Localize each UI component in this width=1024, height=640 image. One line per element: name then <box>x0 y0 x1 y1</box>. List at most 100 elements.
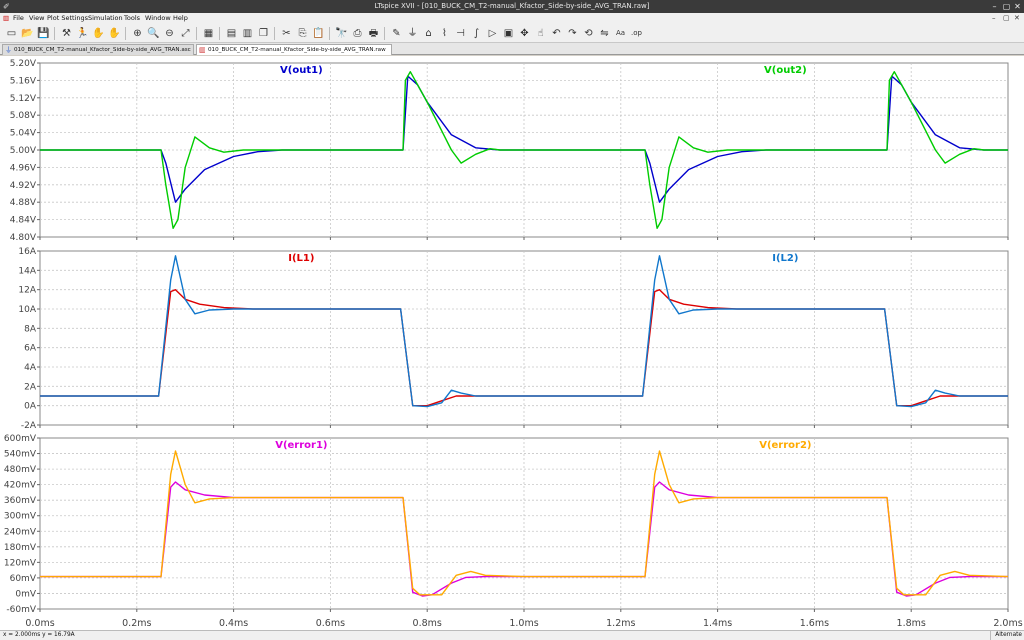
resistor-icon[interactable]: ⌇ <box>437 26 452 41</box>
toolbar: ▭ 📂 💾 ⚒ 🏃 ✋ ✋ ⊕ 🔍 ⊖ ⤢ ▦ ▤ ▥ ❐ ✂ ⎘ 📋 🔭 ⎙ 🖶 ✎ ⏚ ⌂ ⌇ ⊣ ∫ ▷ ▣ ✥ ☝ ↶ ↷ ⟲ ⇋ Aa .op <box>0 24 1024 43</box>
label-net-icon[interactable]: ⌂ <box>421 26 436 41</box>
zoom-fit-icon[interactable]: ⤢ <box>178 26 193 41</box>
tab-schematic[interactable]: ⏚ 010_BUCK_CM_T2-manual_Kfactor_Side-by-… <box>2 44 194 55</box>
mdi-doc-icon: ▥ <box>3 14 10 22</box>
trace-label[interactable]: I(L2) <box>772 253 798 264</box>
y-tick-label: 5.20V <box>10 59 37 69</box>
x-tick-label: 2.0ms <box>993 618 1022 629</box>
save-icon[interactable]: 💾 <box>36 26 51 41</box>
trace-label[interactable]: V(error2) <box>759 440 811 451</box>
drag-icon[interactable]: ☝ <box>533 26 548 41</box>
halt-icon[interactable]: ✋ <box>91 26 106 41</box>
ground-icon[interactable]: ⏚ <box>405 26 420 41</box>
y-tick-label: 240mV <box>4 527 37 537</box>
toolbar-separator <box>125 27 127 40</box>
cascade-icon[interactable]: ❐ <box>256 26 271 41</box>
waveform-icon: ▥ <box>199 46 206 54</box>
print-icon[interactable]: ⎙ <box>350 26 365 41</box>
y-tick-label: 4.96V <box>10 163 37 173</box>
y-tick-label: 4A <box>24 363 37 373</box>
y-tick-label: 5.00V <box>10 146 37 156</box>
toolbar-separator <box>219 27 221 40</box>
x-tick-label: 1.8ms <box>897 618 926 629</box>
rotate-icon[interactable]: ⟲ <box>581 26 596 41</box>
redo-icon[interactable]: ↷ <box>565 26 580 41</box>
minimize-button[interactable]: – <box>989 1 1000 12</box>
x-tick-label: 1.6ms <box>800 618 829 629</box>
component-icon[interactable]: ▣ <box>501 26 516 41</box>
draw-wire-icon[interactable]: ✎ <box>389 26 404 41</box>
y-tick-label: 10A <box>18 305 36 315</box>
move-icon[interactable]: ✥ <box>517 26 532 41</box>
y-tick-label: 5.12V <box>10 94 37 104</box>
autorange-icon[interactable]: ▦ <box>201 26 216 41</box>
menu-tools[interactable]: Tools <box>124 13 140 24</box>
x-tick-label: 0.0ms <box>25 618 54 629</box>
mirror-icon[interactable]: ⇋ <box>597 26 612 41</box>
tab-label: 010_BUCK_CM_T2-manual_Kfactor_Side-by-si… <box>14 47 191 53</box>
trace-label[interactable]: V(out1) <box>280 65 323 76</box>
inductor-icon[interactable]: ∫ <box>469 26 484 41</box>
trace-label[interactable]: V(out2) <box>764 65 807 76</box>
paste-icon[interactable]: 📋 <box>311 26 326 41</box>
menu-simulation[interactable]: Simulation <box>88 13 123 24</box>
y-tick-label: 4.92V <box>10 181 37 191</box>
trace-label[interactable]: V(error1) <box>275 440 327 451</box>
copy-icon[interactable]: ⎘ <box>295 26 310 41</box>
print-preview-icon[interactable]: 🖶 <box>366 26 381 41</box>
menu-window[interactable]: Window <box>145 13 171 24</box>
plot-pane-3[interactable]: 600mV 540mV 480mV 420mV 360mV 300mV 240mV 180mV… <box>4 434 1009 615</box>
toolbar-separator <box>54 27 56 40</box>
trace-label[interactable]: I(L1) <box>288 253 314 264</box>
maximize-button[interactable]: ▢ <box>1001 1 1012 12</box>
capacitor-icon[interactable]: ⊣ <box>453 26 468 41</box>
toolbar-separator <box>329 27 331 40</box>
undo-icon[interactable]: ↶ <box>549 26 564 41</box>
zoom-out-icon[interactable]: ⊖ <box>162 26 177 41</box>
y-tick-label: 0mV <box>15 589 36 599</box>
waveform-viewer[interactable]: 5.20V 5.16V 5.12V 5.08V 5.04V 5.00V 4.96V 4.92V… <box>0 56 1024 630</box>
pan-hand-icon[interactable]: ✋ <box>107 26 122 41</box>
x-tick-label: 1.0ms <box>509 618 538 629</box>
close-button[interactable]: ✕ <box>1012 1 1023 12</box>
run-icon[interactable]: 🏃 <box>75 26 90 41</box>
cut-icon[interactable]: ✂ <box>279 26 294 41</box>
y-tick-label: 480mV <box>4 465 37 475</box>
window-title: LTspice XVII - [010_BUCK_CM_T2-manual_Kf… <box>374 2 650 10</box>
y-tick-label: 14A <box>18 266 36 276</box>
zoom-box-icon[interactable]: 🔍 <box>146 26 161 41</box>
menu-help[interactable]: Help <box>173 13 188 24</box>
y-tick-label: 180mV <box>4 543 37 553</box>
tile-horizontal-icon[interactable]: ▥ <box>240 26 255 41</box>
mdi-close-button[interactable]: ✕ <box>1014 13 1020 24</box>
menu-plot-settings[interactable]: Plot Settings <box>47 13 88 24</box>
tile-vertical-icon[interactable]: ▤ <box>224 26 239 41</box>
diode-icon[interactable]: ▷ <box>485 26 500 41</box>
menu-view[interactable]: View <box>29 13 44 24</box>
plot-pane-1[interactable]: 5.20V 5.16V 5.12V 5.08V 5.04V 5.00V 4.96V 4.92V… <box>10 59 1009 243</box>
control-panel-icon[interactable]: ⚒ <box>59 26 74 41</box>
spice-directive-icon[interactable]: .op <box>629 26 644 41</box>
tab-waveform[interactable]: ▥ 010_BUCK_CM_T2-manual_Kfactor_Side-by-… <box>196 44 392 55</box>
mdi-restore-button[interactable]: ▢ <box>1003 13 1010 24</box>
y-tick-label: 60mV <box>10 574 37 584</box>
menu-file[interactable]: File <box>13 13 24 24</box>
schematic-icon: ⏚ <box>5 46 12 54</box>
y-tick-label: -60mV <box>6 605 36 615</box>
x-tick-label: 0.4ms <box>219 618 248 629</box>
x-tick-label: 0.6ms <box>316 618 345 629</box>
x-tick-label: 1.4ms <box>703 618 732 629</box>
tab-label: 010_BUCK_CM_T2-manual_Kfactor_Side-by-si… <box>208 47 386 53</box>
zoom-in-icon[interactable]: ⊕ <box>130 26 145 41</box>
new-schematic-icon[interactable]: ▭ <box>4 26 19 41</box>
cursor-coordinates: x = 2.000ms y = 16.79A <box>3 632 75 638</box>
text-icon[interactable]: Aa <box>613 26 628 41</box>
x-tick-label: 1.2ms <box>606 618 635 629</box>
find-icon[interactable]: 🔭 <box>334 26 349 41</box>
y-tick-label: 4.88V <box>10 198 37 208</box>
waveform-plot[interactable]: 5.20V 5.16V 5.12V 5.08V 5.04V 5.00V 4.96V 4.92V… <box>0 56 1024 630</box>
y-tick-label: 120mV <box>4 558 37 568</box>
mdi-minimize-button[interactable]: – <box>992 13 996 24</box>
plot-pane-2[interactable]: 16A 14A 12A 10A 8A 6A 4A 2A 0A -2A I(L1) I(L2) <box>18 247 1009 431</box>
open-icon[interactable]: 📂 <box>20 26 35 41</box>
